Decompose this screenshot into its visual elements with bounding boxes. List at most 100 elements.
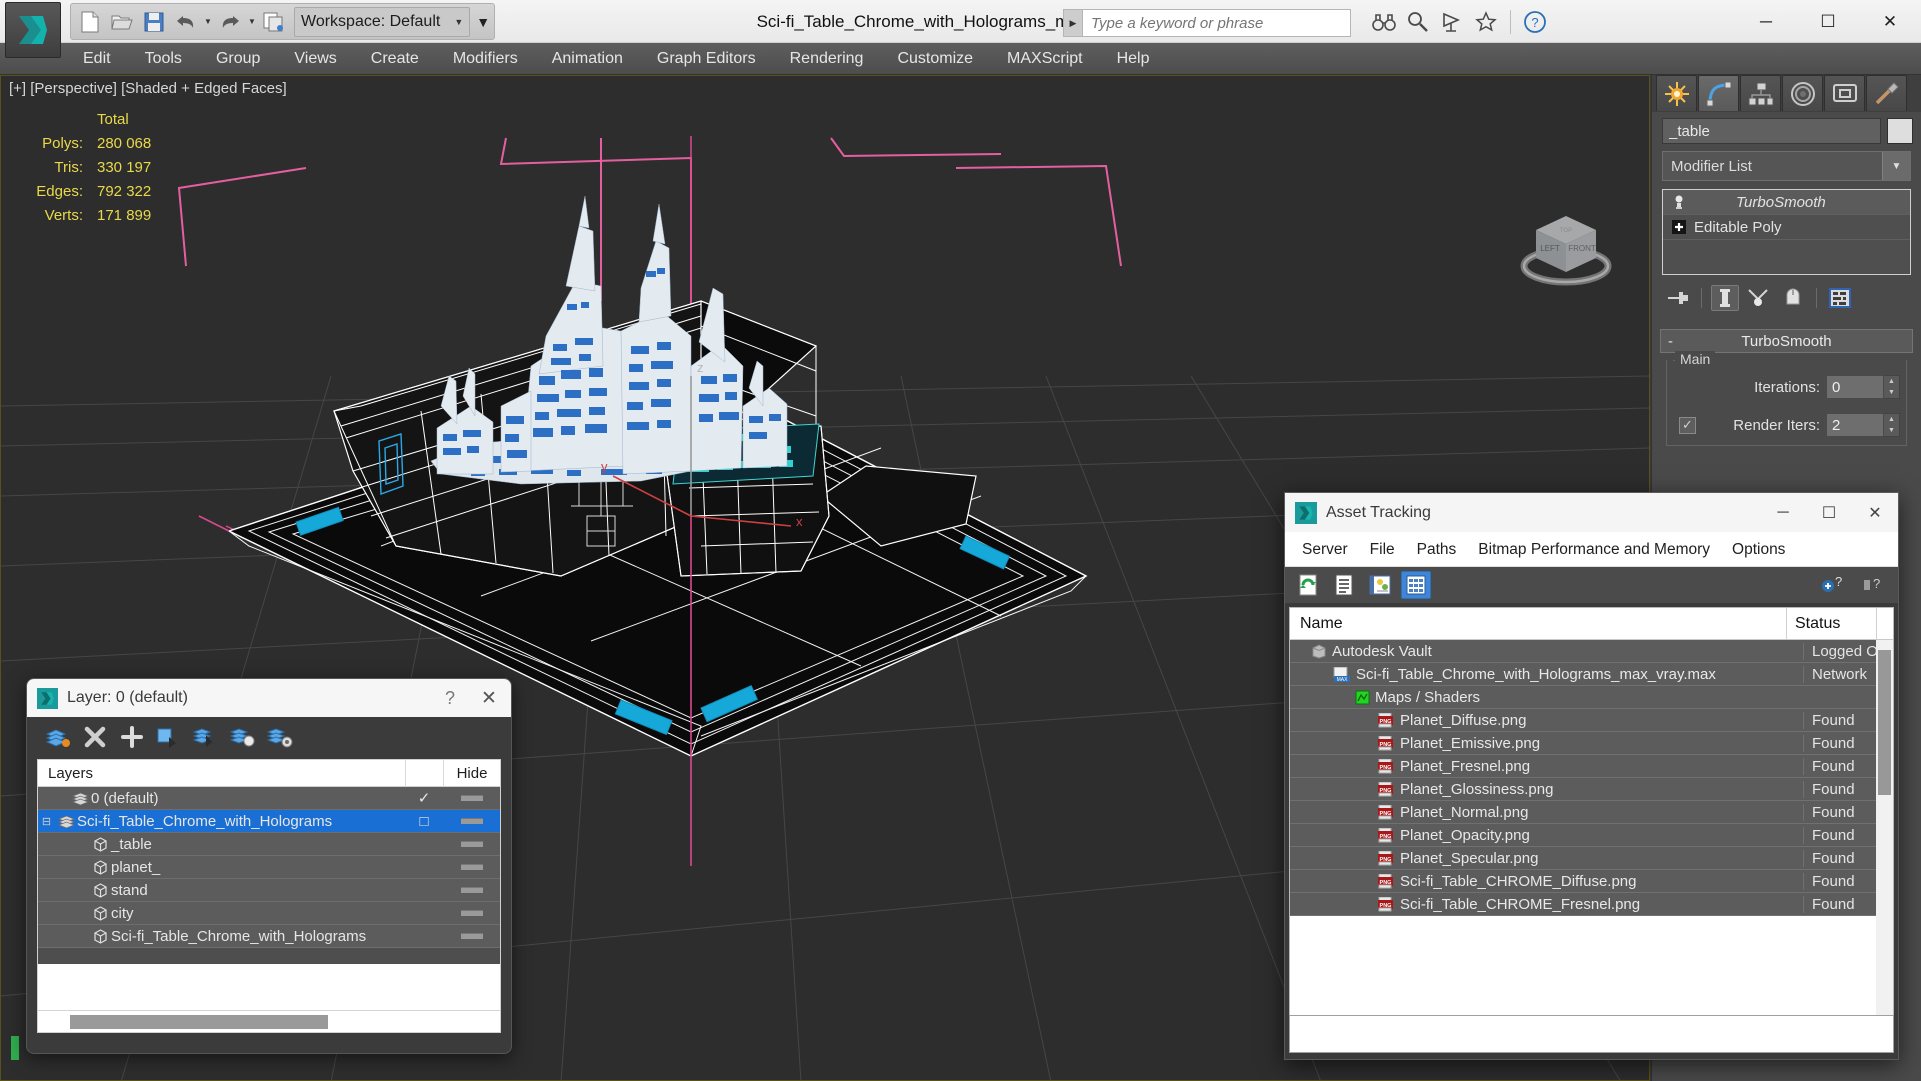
spinner-arrows-icon[interactable]: ▲ ▼ xyxy=(1884,375,1900,399)
layer-row[interactable]: planet_ xyxy=(38,856,500,879)
at-minimize-button[interactable]: ─ xyxy=(1760,493,1806,532)
layer-hide-toggle[interactable] xyxy=(443,933,500,939)
rollout-header[interactable]: - TurboSmooth xyxy=(1660,329,1913,353)
save-file-icon[interactable] xyxy=(139,6,169,37)
question-help-icon[interactable]: ? xyxy=(1856,571,1886,599)
select-highlighted-layer-icon[interactable] xyxy=(226,722,259,753)
object-name-input[interactable] xyxy=(1662,118,1881,144)
menu-item-animation[interactable]: Animation xyxy=(535,43,640,75)
parameter-input[interactable] xyxy=(1826,375,1884,399)
parameter-spinner[interactable]: ▲▼ xyxy=(1826,375,1900,399)
grid-view-icon[interactable] xyxy=(1401,571,1431,599)
show-end-result-button[interactable] xyxy=(1711,285,1739,311)
parameter-input[interactable] xyxy=(1826,413,1884,437)
at-menu-server[interactable]: Server xyxy=(1291,532,1359,567)
quick-access-toolbar[interactable]: ▼ ▼ Workspace: Default ▼ ▼ xyxy=(70,3,496,40)
workspace-menu-icon[interactable]: ▼ xyxy=(476,14,490,30)
layer-hide-toggle[interactable] xyxy=(443,795,500,801)
menu-item-create[interactable]: Create xyxy=(354,43,436,75)
asset-row[interactable]: PNG Sci-fi_Table_CHROME_Fresnel.png Found xyxy=(1290,893,1893,916)
close-button[interactable]: ✕ xyxy=(1859,0,1921,43)
layer-row[interactable]: stand xyxy=(38,879,500,902)
asset-row[interactable]: PNG Planet_Specular.png Found xyxy=(1290,847,1893,870)
menu-item-graph-editors[interactable]: Graph Editors xyxy=(640,43,773,75)
asset-row[interactable]: Autodesk Vault Logged O xyxy=(1290,640,1893,663)
modifier-stack[interactable]: TurboSmooth Editable Poly xyxy=(1662,189,1911,275)
menu-item-edit[interactable]: Edit xyxy=(66,43,128,75)
pin-stack-button[interactable] xyxy=(1664,285,1692,311)
details-view-icon[interactable] xyxy=(1365,571,1395,599)
minimize-button[interactable]: ─ xyxy=(1735,0,1797,43)
modify-tab[interactable] xyxy=(1698,75,1739,111)
new-file-icon[interactable] xyxy=(75,6,105,37)
layer-hide-toggle[interactable] xyxy=(443,864,500,870)
project-folder-icon[interactable] xyxy=(259,6,289,37)
layer-horizontal-scrollbar[interactable] xyxy=(38,1010,500,1032)
at-close-button[interactable]: ✕ xyxy=(1852,493,1898,532)
menu-item-views[interactable]: Views xyxy=(277,43,353,75)
layer-row[interactable]: _table xyxy=(38,833,500,856)
redo-dropdown-icon[interactable]: ▼ xyxy=(247,17,257,26)
layer-close-button[interactable]: ✕ xyxy=(467,687,511,710)
rollout-collapse-icon[interactable]: - xyxy=(1668,333,1673,350)
redo-icon[interactable] xyxy=(215,6,245,37)
menu-item-group[interactable]: Group xyxy=(199,43,277,75)
add-selection-to-layer-icon[interactable] xyxy=(152,722,185,753)
object-color-swatch[interactable] xyxy=(1887,118,1913,144)
display-tab[interactable] xyxy=(1824,75,1865,111)
make-unique-button[interactable] xyxy=(1745,285,1773,311)
view-cube[interactable]: LEFT FRONT TOP xyxy=(1501,200,1631,300)
utilities-tab[interactable] xyxy=(1866,75,1907,111)
layer-properties-icon[interactable] xyxy=(263,722,296,753)
maximize-button[interactable]: ☐ xyxy=(1797,0,1859,43)
layer-grid[interactable]: Layers Hide 0 (default) ✓ ⊟ Sci-fi_Table_Ch… xyxy=(37,759,501,1033)
menu-item-maxscript[interactable]: MAXScript xyxy=(990,43,1100,75)
layer-help-button[interactable]: ? xyxy=(433,688,467,709)
add-help-icon[interactable]: ? xyxy=(1816,571,1846,599)
hierarchy-tab[interactable] xyxy=(1740,75,1781,111)
layer-active-toggle[interactable]: ✓ xyxy=(405,789,443,807)
layer-hide-toggle[interactable] xyxy=(443,818,500,824)
layer-expander-icon[interactable]: ⊟ xyxy=(38,815,55,828)
undo-dropdown-icon[interactable]: ▼ xyxy=(203,17,213,26)
refresh-icon[interactable] xyxy=(1293,571,1323,599)
layer-hide-toggle[interactable] xyxy=(443,887,500,893)
at-menu-paths[interactable]: Paths xyxy=(1406,532,1468,567)
modifier-list-dropdown[interactable]: Modifier List ▼ xyxy=(1662,151,1911,181)
binoculars-icon[interactable] xyxy=(1370,8,1398,36)
render-iters-checkbox[interactable]: ✓ xyxy=(1679,416,1696,434)
at-maximize-button[interactable]: ☐ xyxy=(1806,493,1852,532)
layer-active-toggle[interactable]: □ xyxy=(405,813,443,830)
3dsmax-logo-button[interactable] xyxy=(5,2,61,58)
set-active-layer-icon[interactable] xyxy=(41,722,74,753)
delete-layer-icon[interactable] xyxy=(78,722,111,753)
layer-dialog[interactable]: Layer: 0 (default) ? ✕ Layers Hide 0 (de… xyxy=(26,678,512,1054)
menu-item-rendering[interactable]: Rendering xyxy=(773,43,881,75)
layer-hide-toggle[interactable] xyxy=(443,841,500,847)
menu-item-customize[interactable]: Customize xyxy=(880,43,990,75)
star-icon[interactable] xyxy=(1472,8,1500,36)
create-new-layer-icon[interactable] xyxy=(115,722,148,753)
magnifier-icon[interactable] xyxy=(1404,8,1432,36)
list-view-icon[interactable] xyxy=(1329,571,1359,599)
modifier-stack-item[interactable]: TurboSmooth xyxy=(1663,190,1910,215)
asset-tracking-grid[interactable]: Name Status Autodesk Vault Logged O MAX Sci… xyxy=(1289,607,1894,1047)
workspace-selector[interactable]: Workspace: Default ▼ xyxy=(294,6,471,37)
motion-tab[interactable] xyxy=(1782,75,1823,111)
asset-row[interactable]: PNG Sci-fi_Table_CHROME_Diffuse.png Found xyxy=(1290,870,1893,893)
asset-tracking-window[interactable]: Asset Tracking ─ ☐ ✕ Server File Paths Bitm… xyxy=(1284,492,1899,1060)
open-file-icon[interactable] xyxy=(107,6,137,37)
satellite-dish-icon[interactable] xyxy=(1438,8,1466,36)
search-input[interactable] xyxy=(1083,9,1351,37)
layer-row[interactable]: 0 (default) ✓ xyxy=(38,787,500,810)
layer-row[interactable]: city xyxy=(38,902,500,925)
asset-row[interactable]: PNG Planet_Fresnel.png Found xyxy=(1290,755,1893,778)
menu-item-help[interactable]: Help xyxy=(1100,43,1167,75)
modifier-stack-item[interactable]: Editable Poly xyxy=(1663,215,1910,240)
configure-modifier-sets-button[interactable] xyxy=(1826,285,1854,311)
asset-vertical-scrollbar[interactable] xyxy=(1876,640,1893,1020)
search-container[interactable]: ▶ xyxy=(1063,9,1351,37)
chevron-down-icon[interactable]: ▼ xyxy=(1882,152,1910,180)
spinner-arrows-icon[interactable]: ▲ ▼ xyxy=(1884,413,1900,437)
at-menu-options[interactable]: Options xyxy=(1721,532,1796,567)
